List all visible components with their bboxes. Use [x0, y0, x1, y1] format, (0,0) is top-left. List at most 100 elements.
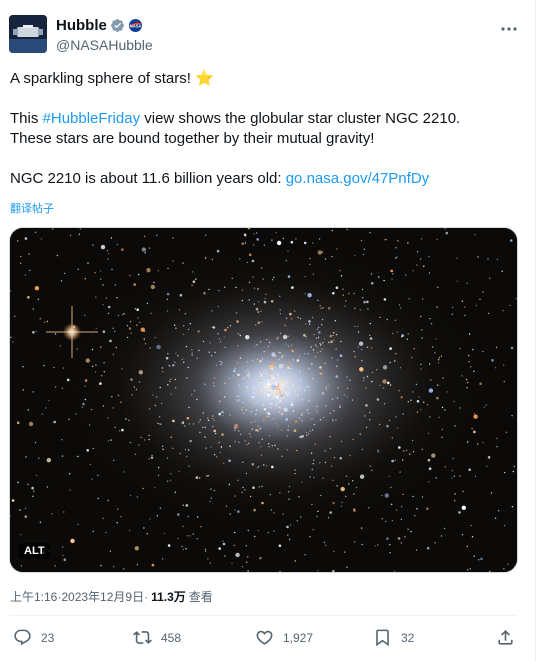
star — [486, 465, 488, 467]
star — [46, 486, 49, 488]
star — [182, 525, 184, 528]
star — [379, 423, 381, 426]
star — [340, 340, 342, 343]
star — [458, 511, 461, 514]
hashtag-link[interactable]: #HubbleFriday — [43, 110, 141, 127]
star — [285, 260, 288, 262]
star — [413, 348, 415, 350]
star — [193, 390, 196, 392]
star — [120, 515, 122, 518]
svg-text:NASA: NASA — [129, 23, 141, 28]
nasa-short-link[interactable]: go.nasa.gov/47PnfDy — [286, 170, 429, 187]
star — [511, 506, 514, 508]
verified-badge-icon[interactable] — [110, 18, 125, 33]
star — [191, 284, 193, 286]
star — [282, 384, 285, 386]
reply-button[interactable]: 23 — [13, 628, 54, 647]
star — [107, 417, 109, 419]
star — [235, 552, 240, 558]
star — [285, 394, 287, 396]
star — [235, 423, 237, 425]
star — [420, 409, 422, 411]
like-button[interactable]: 1,927 — [255, 628, 313, 647]
star — [264, 387, 267, 389]
star — [470, 524, 472, 527]
star — [274, 389, 276, 391]
star — [324, 461, 327, 464]
star — [467, 381, 469, 384]
post-date[interactable]: 2023年12月9日 — [61, 588, 144, 605]
star — [210, 497, 213, 499]
star — [219, 451, 222, 454]
star — [237, 395, 240, 397]
star — [377, 451, 380, 453]
star — [369, 465, 371, 467]
star — [39, 318, 41, 320]
star — [363, 248, 366, 250]
star — [276, 391, 279, 394]
post-time[interactable]: 上午1:16 — [10, 588, 57, 605]
star — [251, 259, 255, 263]
star — [311, 503, 313, 506]
star — [237, 479, 239, 481]
star — [70, 538, 75, 544]
star — [62, 367, 65, 369]
author-display-name[interactable]: Hubble — [56, 17, 107, 34]
star — [371, 469, 373, 472]
star — [66, 378, 70, 382]
star — [437, 359, 440, 361]
star — [253, 508, 256, 512]
star — [256, 358, 259, 361]
tweet-media-image[interactable]: ALT — [9, 227, 518, 573]
bookmark-count: 32 — [401, 630, 415, 645]
star — [211, 258, 213, 261]
star — [288, 485, 291, 488]
star — [451, 306, 454, 309]
star — [215, 364, 218, 366]
author-avatar[interactable] — [9, 15, 47, 53]
star — [483, 406, 485, 409]
nasa-affiliate-icon[interactable]: NASA — [128, 18, 142, 32]
star — [211, 326, 213, 328]
star — [237, 400, 239, 402]
star — [308, 389, 310, 391]
star — [311, 429, 314, 431]
star — [308, 367, 310, 370]
share-button[interactable] — [496, 628, 515, 647]
star — [241, 407, 243, 409]
star — [398, 446, 401, 449]
star — [219, 360, 221, 363]
star — [416, 400, 420, 403]
repost-button[interactable]: 458 — [133, 628, 181, 647]
star — [306, 409, 309, 411]
star — [212, 382, 215, 384]
star — [312, 377, 314, 380]
star — [247, 376, 250, 378]
star — [138, 370, 143, 375]
more-options-icon[interactable] — [499, 19, 519, 39]
star — [384, 493, 389, 498]
star — [209, 342, 211, 344]
star — [430, 379, 432, 381]
translate-post-link[interactable]: 翻译帖子 — [10, 200, 54, 216]
bookmark-button[interactable]: 32 — [373, 628, 414, 647]
star — [316, 411, 319, 413]
star — [369, 322, 371, 325]
author-handle[interactable]: @NASAHubble — [56, 37, 153, 53]
alt-text-badge[interactable]: ALT — [19, 543, 50, 559]
star — [102, 304, 104, 306]
star — [429, 317, 431, 320]
star — [241, 566, 244, 568]
star — [156, 344, 161, 350]
star — [92, 365, 94, 368]
star — [332, 501, 335, 505]
star — [339, 404, 341, 407]
star — [172, 447, 174, 449]
star — [283, 394, 285, 397]
star — [148, 434, 150, 437]
star — [304, 386, 307, 389]
star — [278, 388, 281, 391]
star — [322, 477, 324, 479]
star — [116, 297, 118, 299]
star — [178, 470, 180, 472]
